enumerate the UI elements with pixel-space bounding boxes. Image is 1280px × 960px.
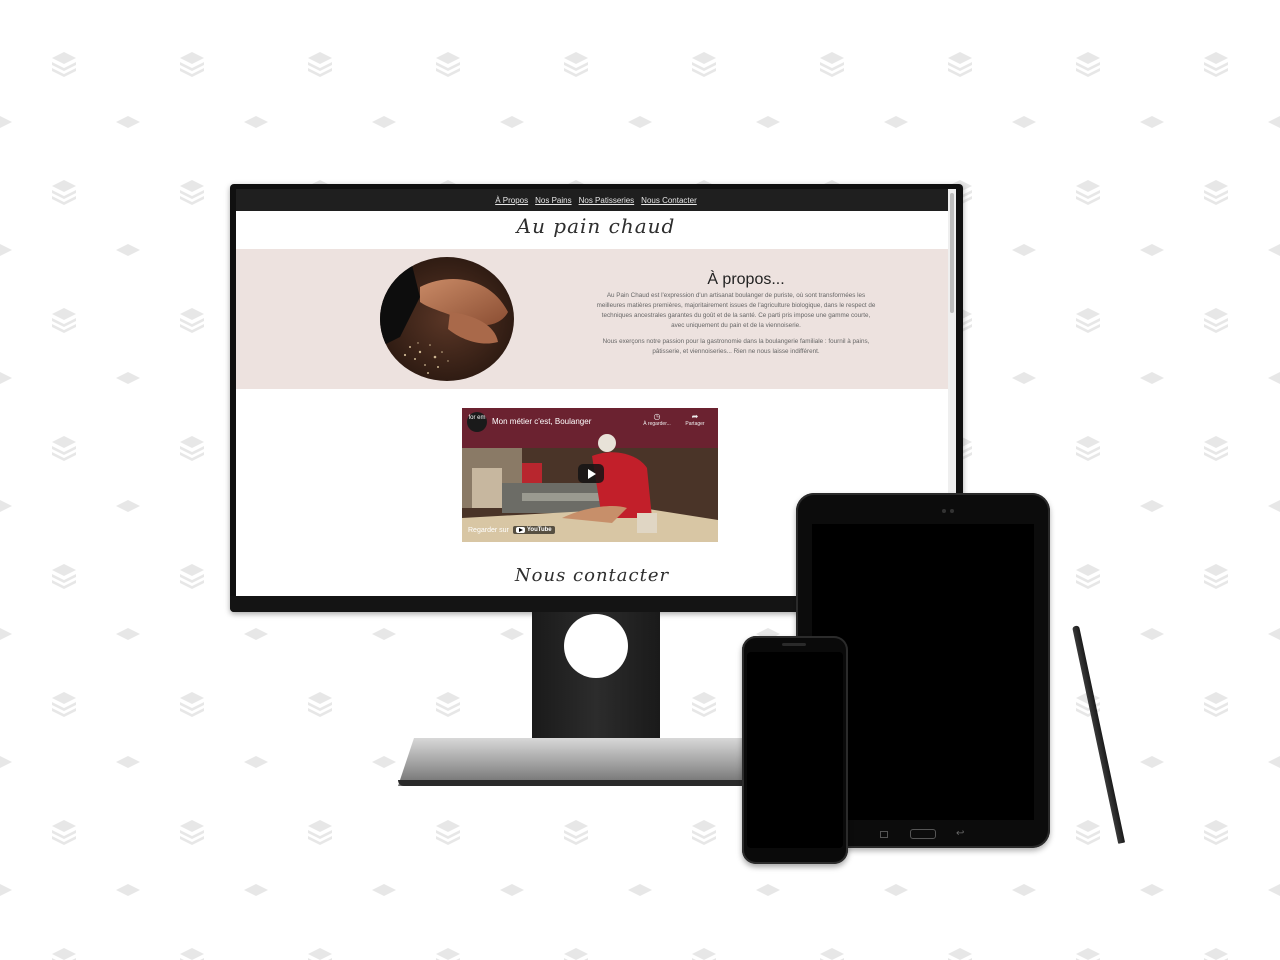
back-icon: ↩ [956,828,965,839]
youtube-video-embed[interactable]: for em Mon métier c'est, Boulanger ◷ À r… [462,408,718,542]
stylus-pen [1072,625,1126,844]
smartphone-screen [747,652,843,848]
channel-logo: for em [467,412,487,432]
nav-link-a-propos[interactable]: À Propos [495,196,528,205]
play-icon[interactable] [578,464,604,483]
phone-speaker-icon [782,643,806,646]
monitor-stand-base [398,738,798,786]
nav-link-nos-patisseries[interactable]: Nos Patisseries [579,196,635,205]
clock-icon: ◷ [653,412,661,421]
scrollbar-thumb[interactable] [950,193,954,313]
nav-link-nous-contacter[interactable]: Nous Contacter [641,196,697,205]
site-navigation: À Propos Nos Pains Nos Patisseries Nous … [236,189,956,211]
flour-hands-photo [380,257,514,381]
watch-on-label: Regarder sur [468,526,509,534]
home-button-icon [910,829,936,839]
about-heading: À propos... [707,271,785,288]
share-icon: ➦ [691,412,699,421]
tablet-camera-icon [942,509,946,513]
tablet-sensor-icon [950,509,954,513]
share-label: Partager [685,421,705,427]
video-title[interactable]: Mon métier c'est, Boulanger [492,417,591,426]
watch-on-youtube-link[interactable]: Regarder sur YouTube [468,526,555,534]
watch-later-label: À regarder... [643,421,671,427]
about-text: Au Pain Chaud est l'expression d'un arti… [596,291,876,363]
nav-link-nos-pains[interactable]: Nos Pains [535,196,571,205]
device-mockup-scene: À Propos Nos Pains Nos Patisseries Nous … [0,0,1280,960]
about-paragraph-1: Au Pain Chaud est l'expression d'un arti… [596,292,876,329]
monitor-stand-base-edge [398,780,798,786]
share-control[interactable]: ➦ Partager [678,412,712,427]
about-paragraph-2: Nous exerçons notre passion pour la gast… [602,338,870,355]
recent-apps-icon [880,831,888,838]
youtube-play-icon [515,527,525,533]
site-title: Au pain chaud [516,214,676,238]
youtube-wordmark: YouTube [526,527,552,533]
watch-later-control[interactable]: ◷ À regarder... [640,412,674,427]
youtube-logo: YouTube [512,526,555,534]
monitor-stand-cable-hole [564,614,628,678]
